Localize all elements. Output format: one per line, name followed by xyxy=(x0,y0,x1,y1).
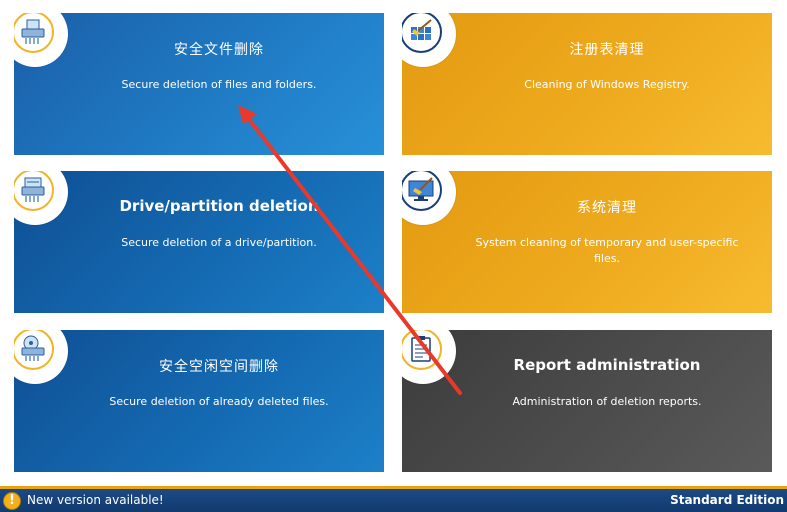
tile-drive-partition-deletion[interactable]: Drive/partition deletion Secure deletion… xyxy=(14,171,384,313)
tile-registry-cleaning[interactable]: 注册表清理 Cleaning of Windows Registry. xyxy=(402,13,772,155)
file-shredder-icon xyxy=(21,19,45,44)
tile-title: 安全空闲空间删除 xyxy=(159,359,279,375)
tile-report-administration[interactable]: Report administration Administration of … xyxy=(402,330,772,472)
tile-title: Report administration xyxy=(513,356,701,374)
system-cleaner-icon xyxy=(408,177,434,201)
tile-description: Secure deletion of files and folders. xyxy=(121,78,317,91)
edition-label: Standard Edition xyxy=(670,493,784,507)
tile-title: 注册表清理 xyxy=(569,42,645,58)
new-version-link[interactable]: New version available! xyxy=(27,493,164,507)
tile-description: Secure deletion of already deleted files… xyxy=(109,395,329,408)
tile-title: 安全文件删除 xyxy=(174,42,264,58)
tile-free-space-deletion[interactable]: 安全空闲空间删除 Secure deletion of already dele… xyxy=(14,330,384,472)
tile-title: Drive/partition deletion xyxy=(119,197,319,215)
status-bar: ! New version available! Standard Editio… xyxy=(0,486,787,512)
tile-description: Secure deletion of a drive/partition. xyxy=(121,236,317,249)
tile-system-cleaning[interactable]: 系统清理 System cleaning of temporary and us… xyxy=(402,171,772,313)
tile-description: System cleaning of temporary and user-sp… xyxy=(475,236,739,265)
warning-icon[interactable]: ! xyxy=(3,492,21,510)
registry-cleaner-icon xyxy=(411,19,432,40)
tile-description: Cleaning of Windows Registry. xyxy=(524,78,690,91)
tile-secure-file-deletion[interactable]: 安全文件删除 Secure deletion of files and fold… xyxy=(14,13,384,155)
tile-description: Administration of deletion reports. xyxy=(512,395,702,408)
tile-title: 系统清理 xyxy=(577,200,637,216)
report-clipboard-icon xyxy=(411,336,431,362)
drive-shredder-icon xyxy=(21,177,45,202)
free-space-shredder-icon xyxy=(21,335,45,361)
